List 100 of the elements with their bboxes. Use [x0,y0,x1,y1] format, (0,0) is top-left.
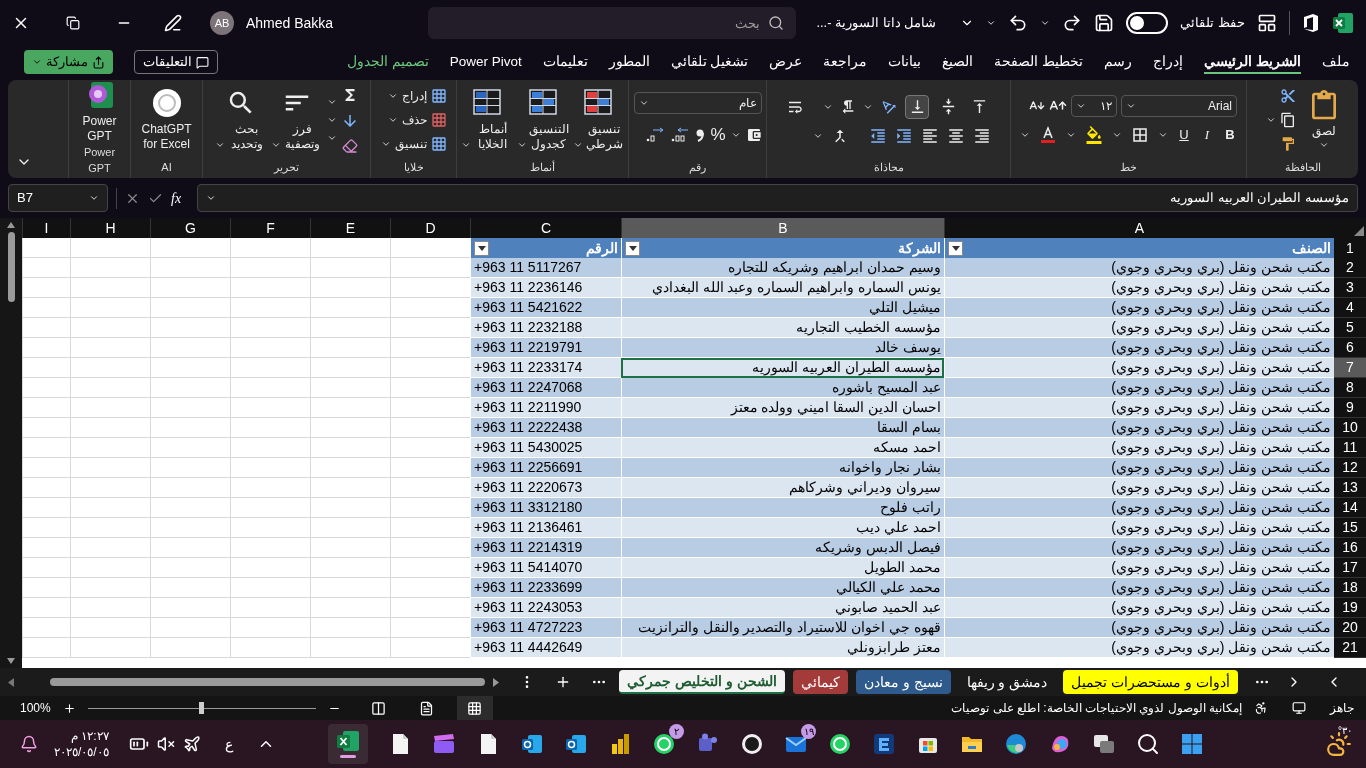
ribbon-tab[interactable]: تصميم الجدول [346,49,429,75]
zoom-in-icon[interactable] [62,701,76,715]
empty-cell[interactable] [230,338,310,358]
ribbon-button[interactable]: Power GPT [77,80,122,144]
empty-cell[interactable] [310,618,390,638]
empty-cell[interactable] [150,518,230,538]
empty-cell[interactable] [310,398,390,418]
macro-record-icon[interactable] [1292,701,1306,715]
ribbon-tab[interactable]: تشغيل تلقائي [670,49,749,75]
row-number[interactable]: 9 [1334,398,1366,418]
ribbon-tab[interactable]: عرض [769,49,803,75]
empty-cell[interactable] [70,598,150,618]
empty-cell[interactable] [70,318,150,338]
search-field[interactable]: بحث [428,7,797,39]
empty-cell[interactable] [70,418,150,438]
ribbon-tab[interactable]: بيانات [888,49,922,75]
empty-cell[interactable] [150,638,230,658]
bell-icon[interactable] [20,735,38,753]
cells-button[interactable]: حذف [380,110,447,129]
empty-cell[interactable] [230,458,310,478]
empty-cell[interactable] [70,298,150,318]
empty-cell[interactable] [230,418,310,438]
empty-cell[interactable] [230,358,310,378]
row-number[interactable]: 18 [1334,578,1366,598]
empty-cell[interactable] [150,458,230,478]
empty-cell[interactable] [230,598,310,618]
bold-button[interactable]: B [1223,124,1237,145]
row-number[interactable]: 6 [1334,338,1366,358]
empty-cell[interactable] [150,578,230,598]
empty-cell[interactable] [150,378,230,398]
copy-icon[interactable] [1279,111,1296,128]
restore-icon[interactable] [66,16,80,30]
empty-cell[interactable] [310,578,390,598]
filter-button[interactable] [625,240,640,256]
start-icon[interactable] [1180,732,1204,756]
row-number[interactable]: 5 [1334,318,1366,338]
column-header[interactable]: E [310,218,390,238]
cut-icon[interactable] [1279,87,1296,104]
font-color-icon[interactable] [1039,125,1057,144]
ribbon-button[interactable]: ChatGPT for Excel [135,87,198,152]
number-format-dropdown[interactable]: عام [633,91,762,114]
empty-cell[interactable] [230,438,310,458]
decrease-decimal-icon[interactable] [645,126,666,143]
ribbon-tab[interactable]: المطور [608,49,650,75]
ribbon-tab[interactable]: رسم [1104,49,1133,75]
align-left-icon[interactable] [921,126,939,145]
row-number[interactable]: 15 [1334,518,1366,538]
align-center-icon[interactable] [947,126,965,145]
empty-cell[interactable] [70,638,150,658]
row-number[interactable]: 3 [1334,278,1366,298]
task-view-icon[interactable] [1092,732,1116,756]
empty-cell[interactable] [230,578,310,598]
empty-cell[interactable] [230,518,310,538]
chat-icon[interactable] [828,732,852,756]
row-number[interactable]: 12 [1334,458,1366,478]
vertical-align-button[interactable] [905,94,929,119]
empty-cell[interactable] [310,258,390,278]
ribbon-tab[interactable]: Power Pivot [449,49,522,75]
layers-app-icon[interactable] [872,732,896,756]
empty-cell[interactable] [310,378,390,398]
mail-app-icon[interactable] [520,732,544,756]
row-number[interactable]: 8 [1334,378,1366,398]
empty-cell[interactable] [70,438,150,458]
empty-cell[interactable] [150,438,230,458]
increase-decimal-icon[interactable] [670,126,691,143]
empty-cell[interactable] [310,298,390,318]
sheet-tab[interactable]: أدوات و مستحضرات تجميل [1063,670,1238,694]
eraser-icon[interactable] [341,137,358,154]
name-box[interactable]: B7 [8,184,108,212]
row-number[interactable]: 2 [1334,258,1366,278]
empty-cell[interactable] [150,538,230,558]
empty-cell[interactable] [70,258,150,278]
empty-cell[interactable] [150,238,230,258]
empty-cell[interactable] [310,638,390,658]
empty-cell[interactable] [230,498,310,518]
save-icon[interactable] [1094,13,1115,33]
airplane-icon[interactable] [182,735,201,753]
row-number[interactable]: 1 [1334,238,1366,258]
accessibility-icon[interactable] [1254,701,1268,715]
empty-cell[interactable] [230,558,310,578]
empty-cell[interactable] [150,338,230,358]
row-number[interactable]: 20 [1334,618,1366,638]
row-number[interactable]: 16 [1334,538,1366,558]
fill-color-icon[interactable] [1085,125,1103,144]
empty-cell[interactable] [70,518,150,538]
empty-cell[interactable] [230,638,310,658]
empty-cell[interactable] [70,338,150,358]
font-size-dropdown[interactable]: ١٢ [1071,94,1117,117]
ribbon-tab[interactable]: ملف [1322,49,1350,75]
empty-cell[interactable] [150,418,230,438]
view-button[interactable] [456,696,493,720]
ribbon-tab[interactable]: إدراج [1153,49,1184,75]
empty-cell[interactable] [150,558,230,578]
empty-cell[interactable] [150,258,230,278]
row-number[interactable]: 21 [1334,638,1366,658]
ribbon-tab[interactable]: تخطيط الصفحة [994,49,1084,75]
borders-icon[interactable] [1131,125,1149,144]
row-number[interactable]: 13 [1334,478,1366,498]
filter-button[interactable] [948,240,963,256]
layout-icon[interactable] [1257,13,1277,33]
